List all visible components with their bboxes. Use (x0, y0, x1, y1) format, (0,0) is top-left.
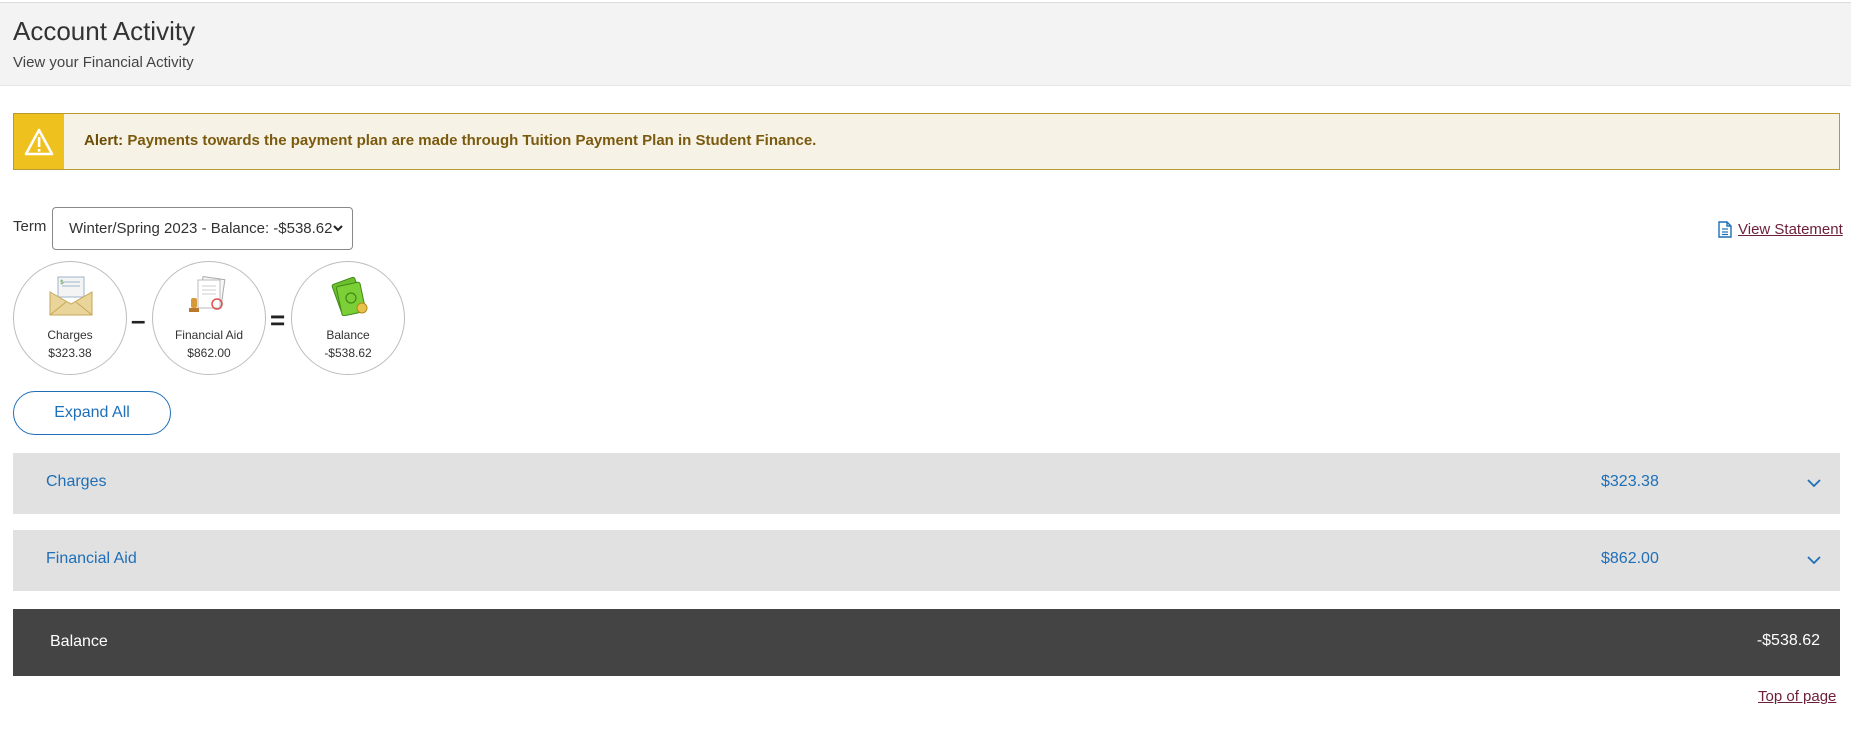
accordion-row-charges[interactable]: Charges $323.38 (13, 453, 1840, 514)
alert-message: Payments towards the payment plan are ma… (127, 132, 817, 149)
term-select[interactable]: Winter/Spring 2023 - Balance: -$538.62 (52, 207, 353, 250)
documents-stamp-icon (189, 276, 226, 312)
minus-operator: – (131, 305, 146, 335)
chevron-down-icon[interactable] (1806, 475, 1822, 491)
chevron-down-icon (333, 225, 343, 232)
balance-total-amount: -$538.62 (1756, 632, 1820, 649)
money-icon (331, 276, 368, 316)
accordion-amount: $323.38 (1601, 473, 1659, 490)
alert-icon-box (14, 114, 64, 169)
view-statement-label: View Statement (1738, 221, 1843, 238)
financial-aid-summary-label: Financial Aid (174, 328, 244, 342)
alert-prefix: Alert: (84, 132, 124, 149)
balance-summary-value: -$538.62 (324, 346, 372, 360)
chevron-down-icon[interactable] (1806, 552, 1822, 568)
balance-summary-label: Balance (326, 328, 370, 342)
alert-banner: Alert: Payments towards the payment plan… (13, 113, 1840, 170)
equals-operator: = (270, 305, 286, 335)
financial-aid-summary-value: $862.00 (187, 346, 231, 360)
balance-total-bar: Balance -$538.62 (13, 609, 1840, 676)
charges-summary-value: $323.38 (48, 346, 92, 360)
charges-summary-circle: $ Charges $323.38 (13, 261, 127, 375)
accordion-label: Financial Aid (46, 550, 137, 567)
page: Account Activity View your Financial Act… (0, 0, 1851, 733)
term-label: Term (13, 218, 47, 235)
accordion-row-financial-aid[interactable]: Financial Aid $862.00 (13, 530, 1840, 591)
envelope-bill-icon: $ (49, 276, 93, 316)
financial-aid-summary-circle: Financial Aid $862.00 (152, 261, 266, 375)
document-icon (1718, 221, 1732, 238)
accordion-label: Charges (46, 473, 107, 490)
balance-summary-circle: Balance -$538.62 (291, 261, 405, 375)
warning-icon (24, 128, 54, 155)
view-statement-link[interactable]: View Statement (1718, 221, 1843, 238)
accordion-amount: $862.00 (1601, 550, 1659, 567)
alert-text: Alert: Payments towards the payment plan… (84, 132, 816, 149)
charges-summary-label: Charges (47, 328, 93, 342)
page-header: Account Activity View your Financial Act… (0, 2, 1851, 86)
expand-all-button[interactable]: Expand All (13, 391, 171, 435)
page-subtitle: View your Financial Activity (13, 54, 194, 71)
balance-total-label: Balance (50, 633, 108, 650)
top-of-page-link[interactable]: Top of page (1758, 688, 1836, 705)
svg-text:$: $ (60, 279, 64, 286)
page-title: Account Activity (13, 16, 196, 46)
term-selected-value: Winter/Spring 2023 - Balance: -$538.62 (69, 220, 333, 237)
